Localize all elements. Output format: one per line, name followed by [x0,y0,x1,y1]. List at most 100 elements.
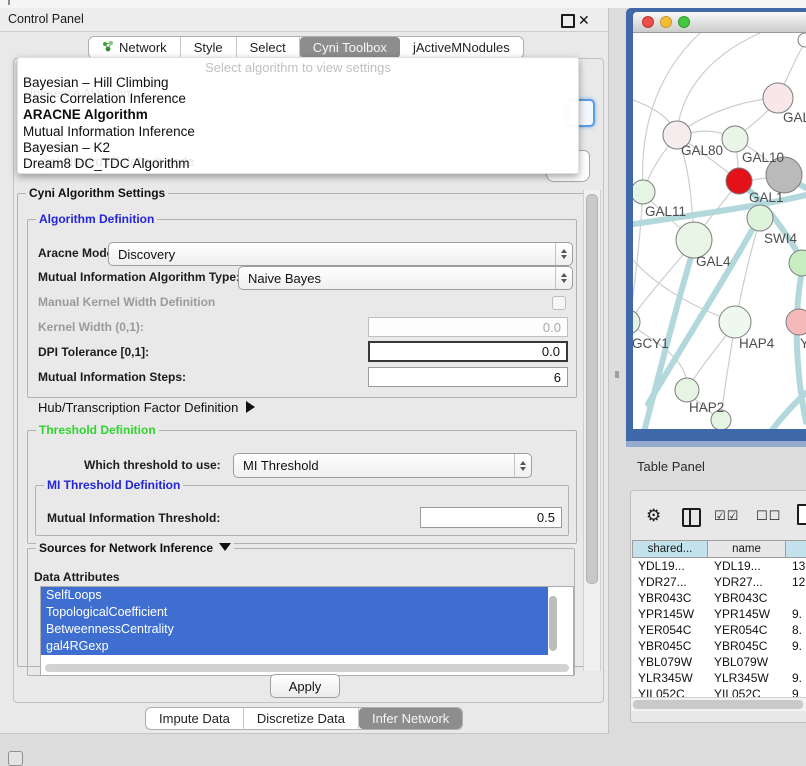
network-node[interactable] [747,205,773,231]
tab-label: Select [250,37,286,58]
collapsed-arrow-icon[interactable] [246,401,255,413]
data-attribute-item[interactable]: BetweennessCentrality [41,621,548,638]
gear-icon[interactable]: ⚙ [646,506,661,526]
panel-scrollbar-track[interactable] [583,190,601,671]
tab-infer-network[interactable]: Infer Network [359,708,462,729]
table-cell[interactable]: YIL052C [638,686,685,697]
table-cell[interactable]: YBL079W [638,654,692,670]
panel-scrollbar-thumb[interactable] [586,194,598,584]
table-cell[interactable]: YBL079W [714,654,768,670]
table-cell[interactable]: YIL052C [714,686,761,697]
combo-spinner-icon[interactable] [514,454,531,477]
zoom-traffic-light-icon[interactable] [678,16,690,28]
table-cell[interactable]: 12 [792,574,805,590]
list-vertical-scrollbar[interactable] [549,596,557,651]
close-icon[interactable]: ✕ [578,10,590,30]
tab-impute-data[interactable]: Impute Data [146,708,244,729]
data-attribute-item[interactable]: gal4RGexp [41,638,548,655]
collapsed-panel-icon[interactable] [8,751,23,766]
network-node[interactable] [722,126,748,152]
table-cell[interactable]: YLR345W [638,670,693,686]
table-cell[interactable]: YDL19... [638,558,685,574]
network-node[interactable] [789,250,806,276]
table-cell[interactable]: YLR345W [714,670,769,686]
network-graph[interactable]: GALGAL80GAL10GAL1GAL11SWI4GAL4GCY1HAP4YH… [633,33,806,429]
dpi-tolerance-field[interactable]: 0.0 [368,341,568,362]
aracne-mode-combo[interactable]: Discovery [108,242,573,266]
dpi-tolerance-label: DPI Tolerance [0,1]: [38,345,149,359]
network-node[interactable] [786,309,806,335]
network-node[interactable] [633,180,655,204]
table-cell[interactable]: YER054C [714,622,767,638]
table-cell[interactable]: 8. [792,622,802,638]
table-cell[interactable]: YDL19... [714,558,761,574]
aracne-mode-label: Aracne Mode: [38,246,117,260]
table-column-header[interactable]: shared... [632,540,708,558]
table-cell[interactable]: YDR27... [714,574,763,590]
table-cell[interactable]: 9. [792,638,802,654]
apply-button[interactable]: Apply [270,674,340,698]
network-edge[interactable] [643,33,700,190]
node-label: Y [800,336,806,351]
deselect-all-checkboxes-icon[interactable]: ☐☐ [756,508,781,524]
node-label: HAP2 [689,400,724,415]
network-node[interactable] [719,306,751,338]
select-all-checkboxes-icon[interactable]: ☑☑ [714,508,739,524]
table-column-header[interactable] [786,540,806,558]
float-window-icon[interactable] [561,14,575,28]
table-cell[interactable]: YBR045C [638,638,691,654]
kernel-width-field[interactable]: 0.0 [368,317,568,337]
tab-network[interactable]: Network [89,37,181,58]
document-icon[interactable] [797,504,806,525]
table-cell[interactable]: 9. [792,670,802,686]
control-panel-title: Control Panel [8,8,84,31]
table-cell[interactable]: 9. [792,606,802,622]
data-attributes-list[interactable]: SelfLoopsTopologicalCoefficientBetweenne… [40,586,574,676]
table-body[interactable]: YDL19... YDL19... 13 YDR27... YDR27... 12 YBR0… [632,558,806,697]
combo-spinner-icon[interactable] [555,243,572,265]
network-edge[interactable] [633,194,643,320]
tab-style[interactable]: Style [181,37,237,58]
network-node[interactable] [763,83,793,113]
table-cell[interactable]: YBR043C [638,590,691,606]
which-threshold-combo[interactable]: MI Threshold [233,453,532,478]
table-cell[interactable]: 9 [792,686,799,697]
table-cell[interactable]: YDR27... [638,574,687,590]
close-traffic-light-icon[interactable] [642,16,654,28]
tab-select[interactable]: Select [237,37,300,58]
columns-icon[interactable] [682,508,701,527]
manual-kernel-checkbox[interactable] [552,296,566,310]
tab-cyni-toolbox[interactable]: Cyni Toolbox [300,37,400,58]
data-attribute-item[interactable]: TopologicalCoefficient [41,604,548,621]
table-cell[interactable]: YPR145W [638,606,694,622]
network-node[interactable] [676,222,712,258]
mi-type-combo[interactable]: Naive Bayes [238,266,573,290]
network-node[interactable] [675,378,699,402]
data-attribute-item[interactable]: SelfLoops [41,587,548,604]
algorithm-option[interactable]: ARACNE Algorithm [18,107,578,123]
tab-discretize-data[interactable]: Discretize Data [244,708,359,729]
network-edge[interactable] [677,33,760,133]
table-column-header[interactable]: name [708,540,786,558]
network-window-titlebar[interactable] [633,12,806,33]
table-cell[interactable]: YBR045C [714,638,767,654]
network-node[interactable] [798,33,806,47]
table-cell[interactable]: 13 [792,558,805,574]
table-cell[interactable]: YBR043C [714,590,767,606]
hub-definition-toggle[interactable]: Hub/Transcription Factor Definition [38,400,255,415]
algorithm-option[interactable]: Mutual Information Inference [18,124,578,140]
table-horizontal-scrollbar-track[interactable] [631,697,806,711]
table-cell[interactable]: YER054C [638,622,691,638]
network-icon [102,37,114,58]
minimize-traffic-light-icon[interactable] [660,16,672,28]
network-edge[interactable] [679,98,776,133]
mi-threshold-field[interactable]: 0.5 [420,507,562,528]
splitter-handle[interactable] [615,371,619,378]
table-cell[interactable]: YPR145W [714,606,770,622]
list-horizontal-scrollbar[interactable] [45,664,569,672]
tab-jactivemnodules[interactable]: jActiveMNodules [400,37,523,58]
combo-spinner-icon[interactable] [555,267,572,289]
table-horizontal-scrollbar-thumb[interactable] [633,700,803,709]
expanded-arrow-icon[interactable] [219,543,231,551]
mi-steps-field[interactable]: 6 [368,367,568,387]
